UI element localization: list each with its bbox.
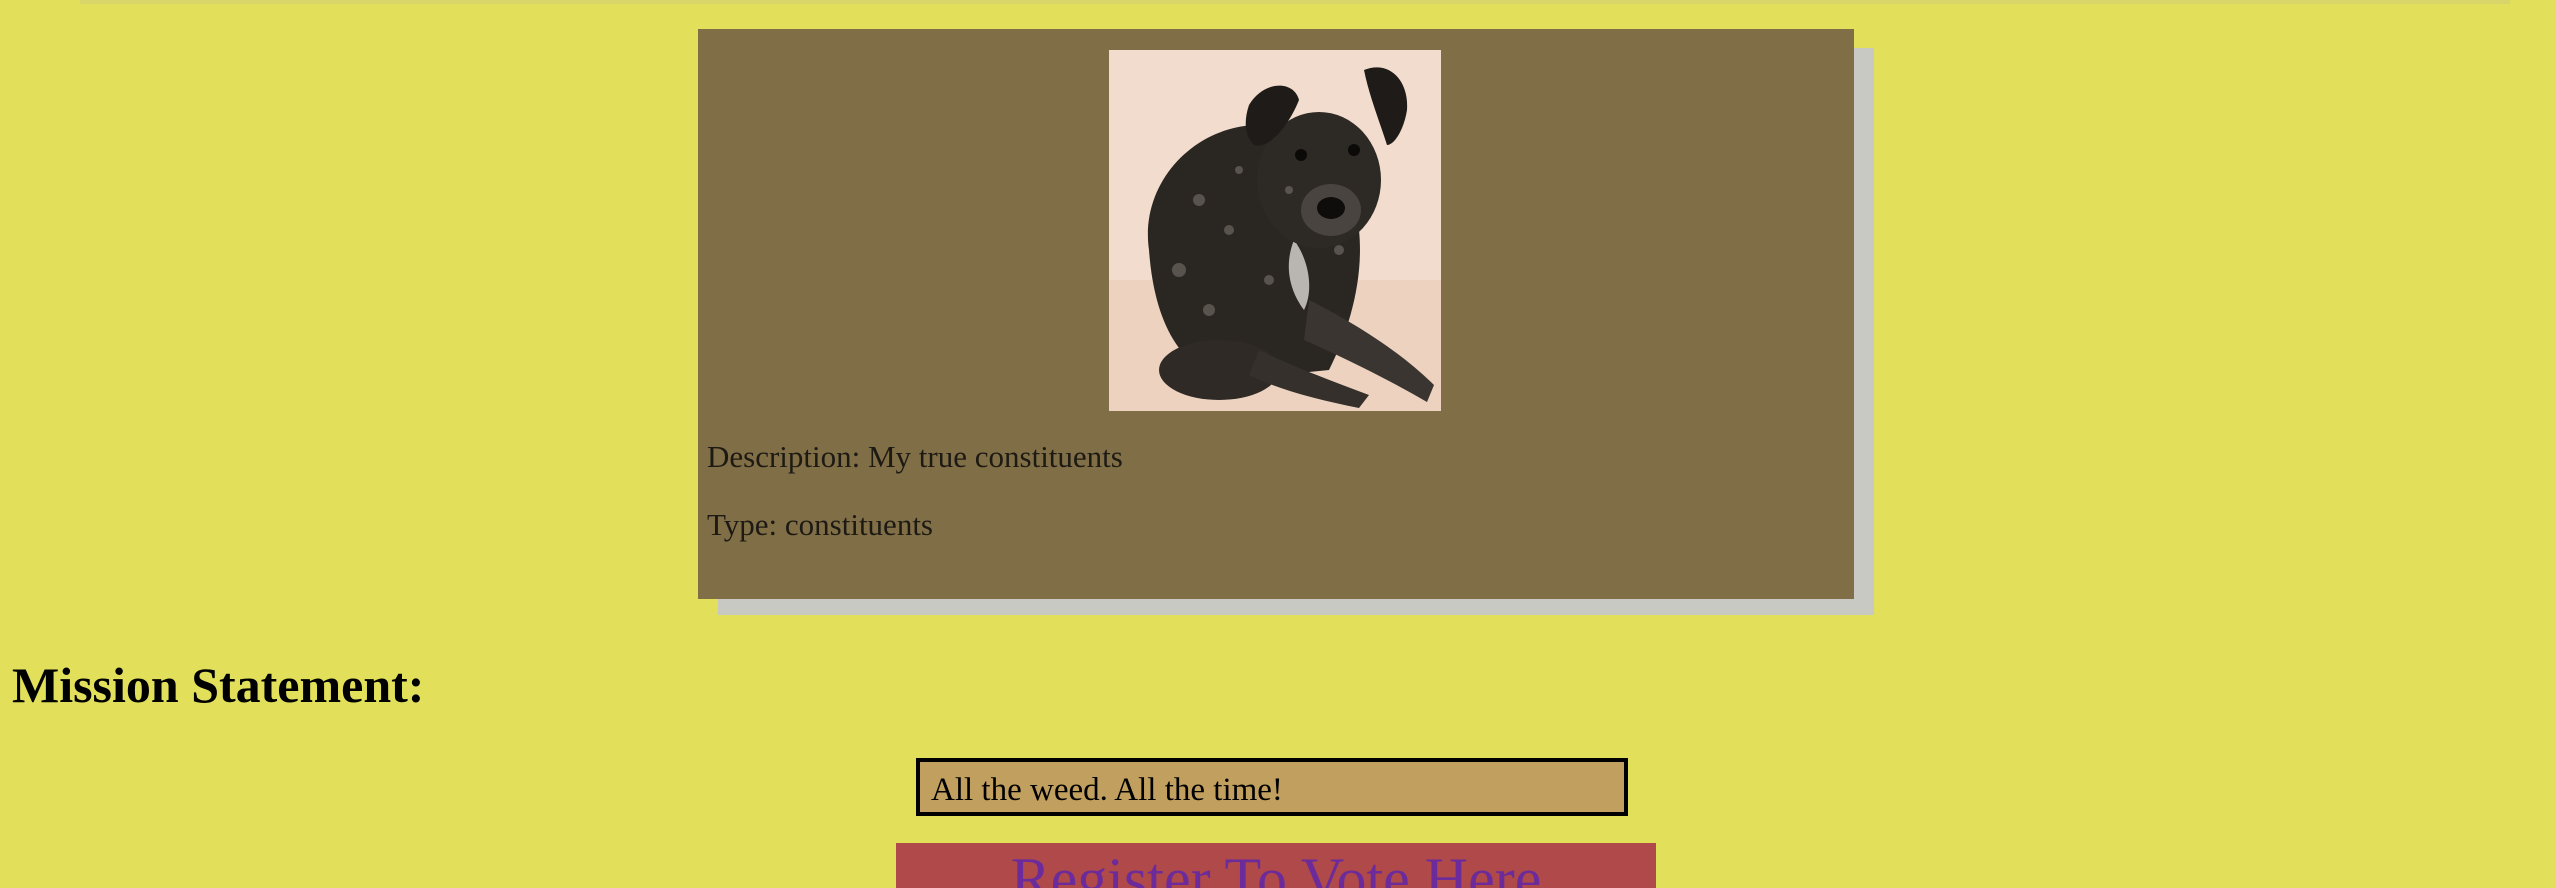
page: Description: My true constituents Type: …: [0, 0, 2556, 888]
card-type: Type: constituents: [707, 507, 933, 542]
top-strip: [80, 0, 2510, 4]
register-to-vote-button[interactable]: Register To Vote Here: [896, 843, 1656, 888]
dog-photo: [1109, 50, 1441, 411]
mission-heading: Mission Statement:: [12, 657, 425, 713]
dog-photo-icon: [1109, 50, 1441, 411]
candidate-card: Description: My true constituents Type: …: [698, 29, 1854, 599]
mission-statement-box: All the weed. All the time!: [916, 758, 1628, 816]
card-description: Description: My true constituents: [707, 439, 1123, 474]
